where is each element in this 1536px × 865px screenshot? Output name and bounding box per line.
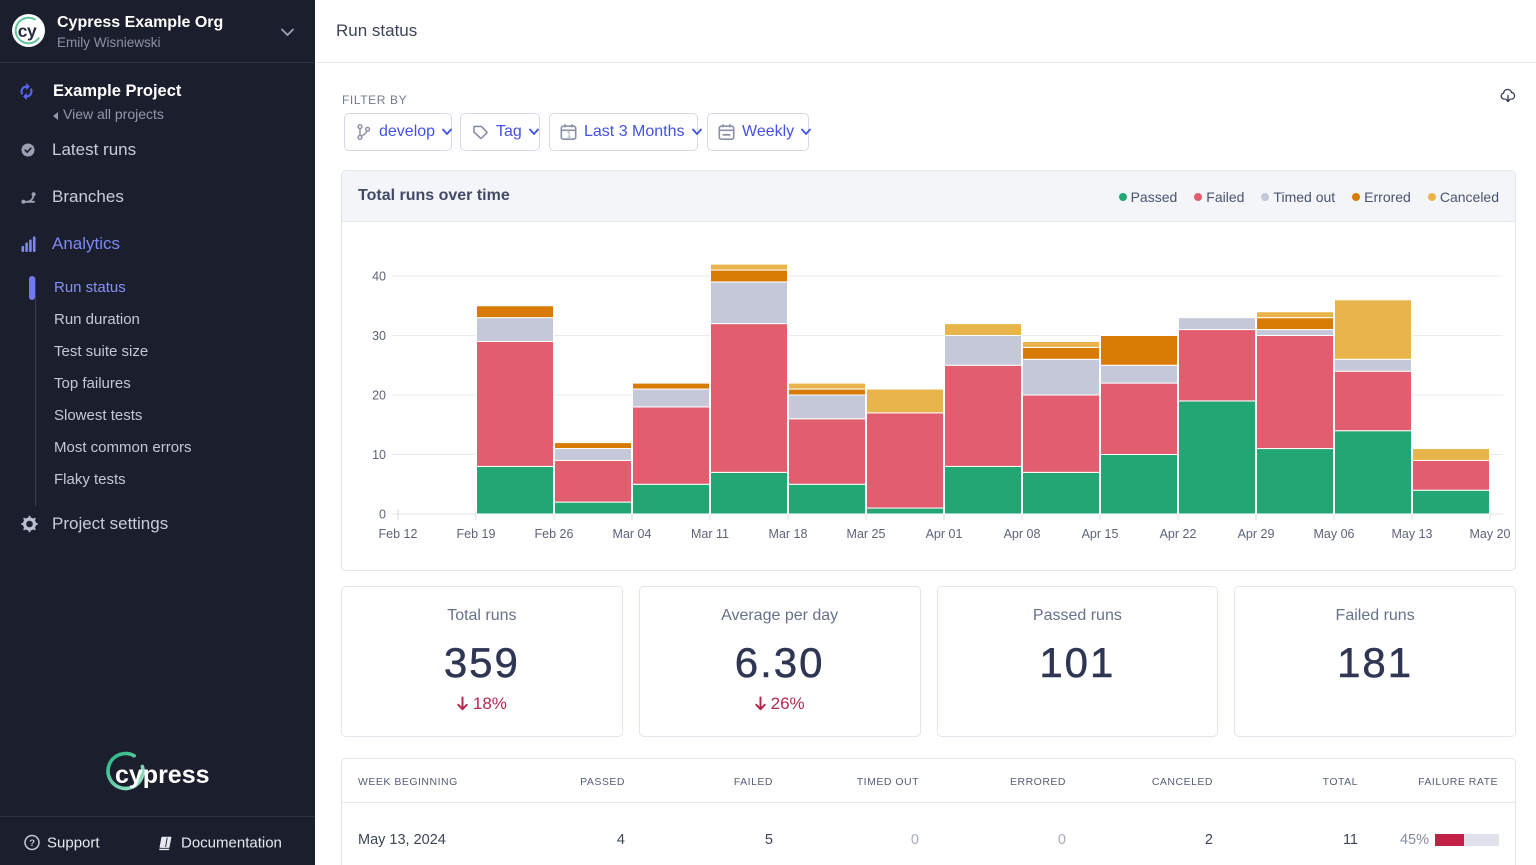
svg-text:1: 1 (567, 131, 572, 140)
svg-text:30: 30 (372, 329, 386, 343)
svg-text:May 20: May 20 (1470, 527, 1511, 541)
svg-text:cy: cy (18, 21, 37, 41)
svg-text:20: 20 (372, 389, 386, 403)
svg-text:Feb 12: Feb 12 (379, 527, 418, 541)
svg-text:Apr 01: Apr 01 (926, 527, 963, 541)
svg-text:Feb 19: Feb 19 (457, 527, 496, 541)
svg-text:cypress: cypress (115, 761, 210, 789)
svg-text:10: 10 (372, 448, 386, 462)
svg-text:Apr 29: Apr 29 (1238, 527, 1275, 541)
svg-text:Mar 18: Mar 18 (769, 527, 808, 541)
svg-text:Apr 15: Apr 15 (1082, 527, 1119, 541)
svg-text:Mar 11: Mar 11 (691, 527, 729, 541)
svg-text:Mar 04: Mar 04 (613, 527, 652, 541)
svg-text:Mar 25: Mar 25 (847, 527, 886, 541)
svg-text:Apr 08: Apr 08 (1004, 527, 1041, 541)
svg-text:0: 0 (379, 508, 386, 522)
svg-text:Feb 26: Feb 26 (535, 527, 574, 541)
svg-text:Apr 22: Apr 22 (1160, 527, 1197, 541)
svg-text:40: 40 (372, 270, 386, 284)
svg-text:?: ? (29, 838, 35, 849)
svg-text:May 06: May 06 (1314, 527, 1355, 541)
svg-text:May 13: May 13 (1392, 527, 1433, 541)
